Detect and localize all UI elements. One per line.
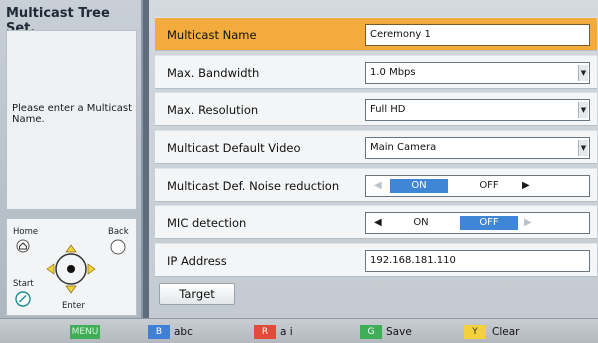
enter-label: Enter — [62, 301, 85, 311]
toggle-on-option[interactable]: ON — [390, 179, 448, 193]
mic-detection-row[interactable]: MIC detection ◀ ON OFF ▶ — [155, 205, 597, 239]
bottom-key-bar: MENU B abc R a i G Save Y Clear — [0, 318, 598, 343]
red-key-label: a i — [280, 326, 293, 338]
left-arrow-icon[interactable]: ◀ — [374, 213, 382, 233]
dropdown-arrow-icon: ▼ — [578, 102, 588, 118]
dropdown-arrow-icon: ▼ — [578, 65, 588, 81]
default-video-select[interactable]: Main Camera ▼ — [365, 137, 590, 159]
blue-key-label: abc — [174, 326, 193, 338]
ip-address-label: IP Address — [167, 254, 227, 268]
left-arrow-icon[interactable]: ◀ — [374, 176, 382, 196]
max-resolution-value: Full HD — [370, 104, 406, 115]
settings-panel: Multicast Name Ceremony 1 Max. Bandwidth… — [143, 0, 598, 318]
start-label: Start — [13, 279, 34, 289]
toggle-on-option[interactable]: ON — [396, 216, 446, 230]
back-label: Back — [108, 227, 129, 237]
blue-key[interactable]: B — [148, 325, 170, 339]
yellow-key-label: Clear — [492, 326, 520, 338]
max-resolution-row[interactable]: Max. Resolution Full HD ▼ — [155, 92, 597, 126]
dropdown-arrow-icon: ▼ — [578, 140, 588, 156]
home-label: Home — [13, 227, 39, 237]
max-bandwidth-row[interactable]: Max. Bandwidth 1.0 Mbps ▼ — [155, 55, 597, 89]
noise-reduction-row[interactable]: Multicast Def. Noise reduction ◀ ON OFF … — [155, 168, 597, 202]
default-video-row[interactable]: Multicast Default Video Main Camera ▼ — [155, 130, 597, 164]
ip-address-input[interactable]: 192.168.181.110 — [365, 250, 590, 272]
left-panel: Multicast Tree Set. Please enter a Multi… — [0, 0, 143, 318]
noise-reduction-label: Multicast Def. Noise reduction — [167, 179, 340, 193]
mic-detection-toggle[interactable]: ◀ ON OFF ▶ — [365, 212, 590, 234]
default-video-label: Multicast Default Video — [167, 141, 301, 155]
multicast-name-input[interactable]: Ceremony 1 — [365, 24, 590, 46]
start-icon — [15, 291, 31, 307]
red-key[interactable]: R — [254, 325, 276, 339]
ip-address-row[interactable]: IP Address 192.168.181.110 — [155, 243, 597, 277]
right-arrow-icon[interactable]: ▶ — [522, 176, 530, 196]
right-arrow-icon[interactable]: ▶ — [524, 213, 532, 233]
max-resolution-select[interactable]: Full HD ▼ — [365, 99, 590, 121]
target-button[interactable]: Target — [159, 283, 235, 305]
noise-reduction-toggle[interactable]: ◀ ON OFF ▶ — [365, 175, 590, 197]
yellow-key[interactable]: Y — [464, 325, 486, 339]
dpad-icon — [46, 244, 96, 294]
multicast-name-row[interactable]: Multicast Name Ceremony 1 — [155, 17, 597, 51]
max-resolution-label: Max. Resolution — [167, 103, 259, 117]
green-key[interactable]: G — [360, 325, 382, 339]
default-video-value: Main Camera — [370, 142, 437, 153]
back-icon — [110, 239, 126, 255]
toggle-off-option[interactable]: OFF — [464, 179, 514, 193]
remote-control-guide: Home Back Start Enter — [6, 218, 137, 316]
menu-key[interactable]: MENU — [70, 325, 100, 339]
help-message: Please enter a Multicast Name. — [12, 103, 132, 125]
max-bandwidth-value: 1.0 Mbps — [370, 67, 416, 78]
max-bandwidth-label: Max. Bandwidth — [167, 66, 260, 80]
toggle-off-option[interactable]: OFF — [460, 216, 518, 230]
multicast-name-label: Multicast Name — [167, 28, 257, 42]
mic-detection-label: MIC detection — [167, 216, 247, 230]
home-icon — [16, 239, 30, 253]
green-key-label: Save — [386, 326, 412, 338]
max-bandwidth-select[interactable]: 1.0 Mbps ▼ — [365, 62, 590, 84]
